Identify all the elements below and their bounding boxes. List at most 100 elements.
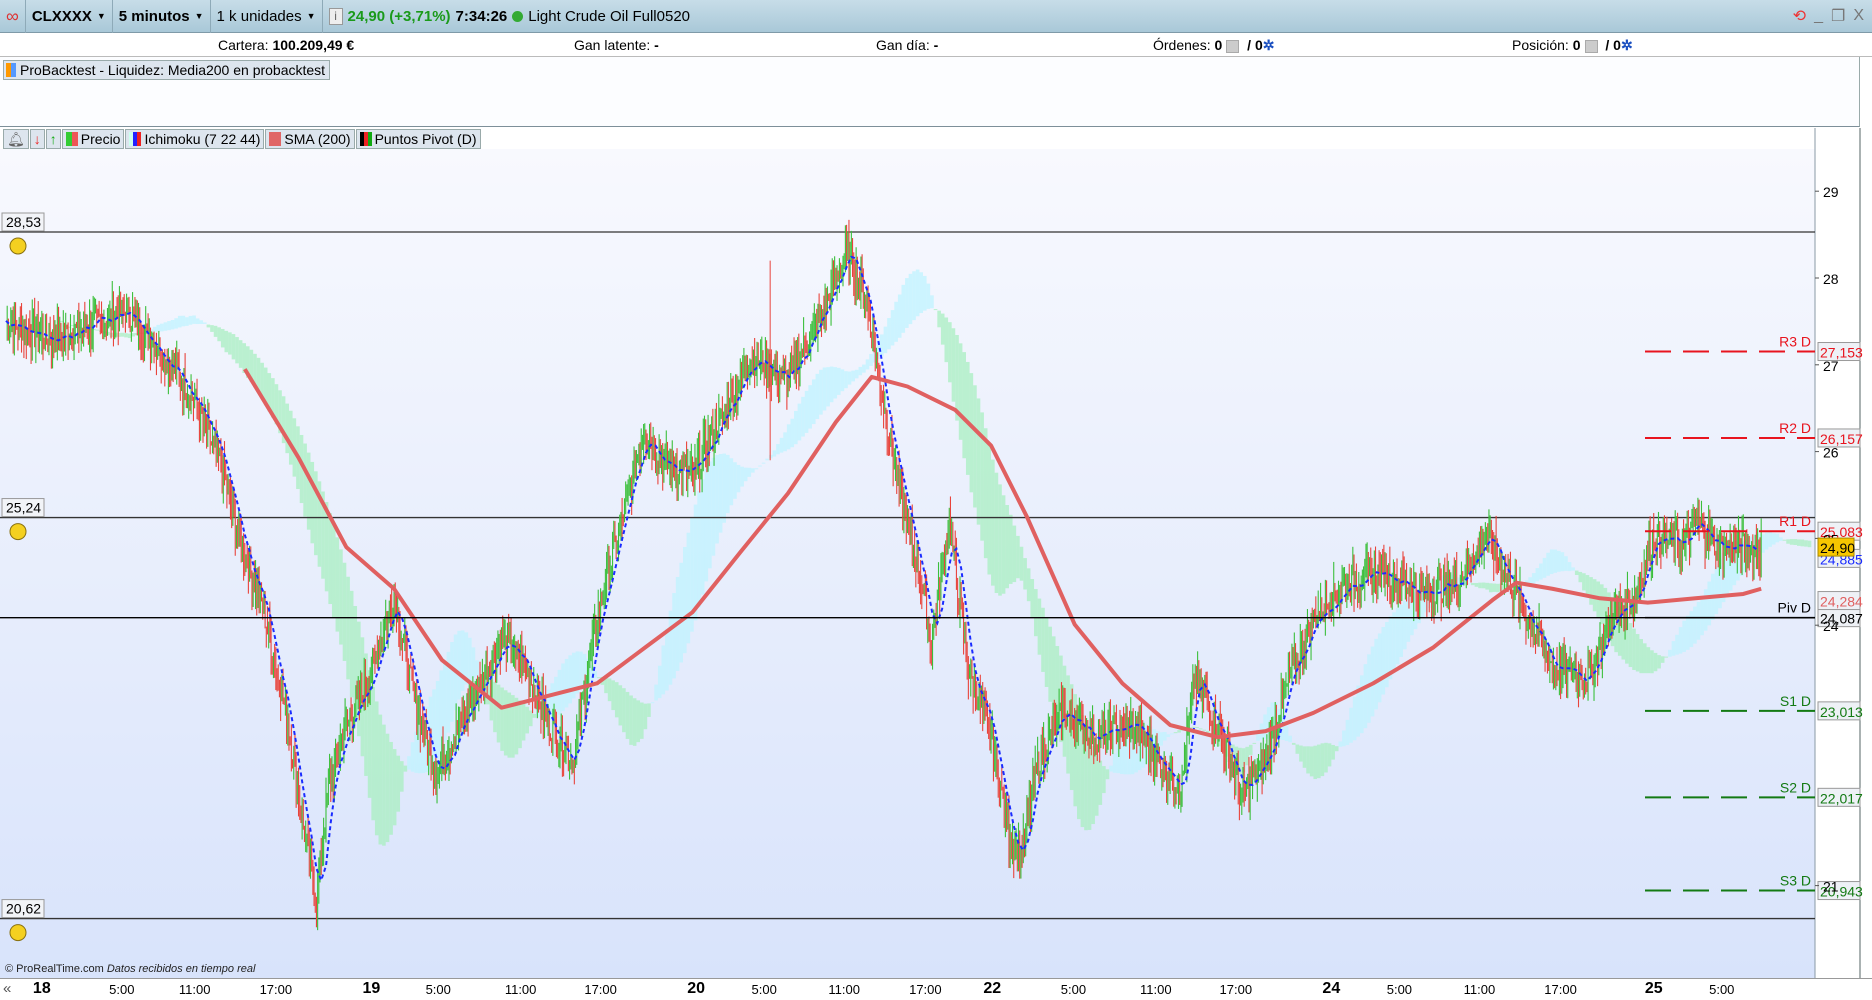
ichimoku-cloud-segment bbox=[783, 432, 787, 452]
time-label: 20 bbox=[687, 980, 706, 997]
ichimoku-cloud-segment bbox=[715, 454, 719, 544]
units-selector[interactable]: 1 k unidades ▼ bbox=[211, 0, 323, 33]
ichimoku-cloud-segment bbox=[991, 459, 995, 586]
ichimoku-cloud-segment bbox=[1324, 742, 1328, 773]
ichimoku-cloud-segment bbox=[1668, 649, 1672, 657]
ichimoku-cloud-segment bbox=[1091, 745, 1095, 825]
ichimoku-cloud-segment bbox=[1173, 732, 1178, 734]
ichimoku-swatch-icon bbox=[129, 132, 142, 146]
ichimoku-cloud-segment bbox=[242, 343, 247, 373]
ichimoku-cloud-segment bbox=[629, 695, 633, 745]
ichimoku-cloud-segment bbox=[1675, 634, 1679, 655]
ichimoku-cloud-segment bbox=[400, 761, 404, 792]
info-icon[interactable]: i bbox=[328, 7, 343, 25]
ichimoku-cloud-segment bbox=[654, 684, 658, 701]
precio-swatch-icon bbox=[65, 132, 78, 146]
cancel-orders-icon[interactable] bbox=[1226, 39, 1240, 53]
link-icon[interactable]: ∞ bbox=[0, 0, 26, 33]
ichimoku-cloud-segment bbox=[407, 756, 411, 770]
ichimoku-cloud-segment bbox=[374, 701, 379, 836]
ichimoku-cloud-segment bbox=[371, 687, 375, 821]
ichimoku-cloud-segment bbox=[808, 385, 812, 429]
ichimoku-cloud-segment bbox=[1359, 675, 1364, 734]
ichimoku-cloud-segment bbox=[1804, 540, 1808, 547]
ichimoku-cloud-segment bbox=[912, 271, 916, 321]
ichimoku-cloud-segment bbox=[1657, 655, 1661, 669]
price-chart[interactable]: 28,5325,2420,62R3 D27,153R2 D26,157R1 D2… bbox=[0, 128, 1872, 978]
ichimoku-cloud-segment bbox=[1650, 650, 1654, 674]
legend-label: Ichimoku (7 22 44) bbox=[144, 131, 261, 147]
ordenes-label: Órdenes: bbox=[1153, 37, 1211, 53]
symbol-label: CLXXXX bbox=[31, 7, 92, 25]
ichimoku-cloud-segment bbox=[597, 677, 601, 679]
ichimoku-cloud-segment bbox=[722, 453, 726, 523]
footer-note: © ProRealTime.com Datos recibidos en tie… bbox=[5, 963, 255, 975]
gear-icon[interactable]: ✲ bbox=[1621, 37, 1633, 53]
buy-arrow-button[interactable]: ↑ bbox=[45, 129, 61, 149]
legend-sma[interactable]: SMA (200) bbox=[265, 129, 355, 149]
alert-bell-button[interactable]: 🔔︎ bbox=[3, 129, 29, 149]
ichimoku-cloud-segment bbox=[611, 680, 615, 711]
ichimoku-cloud-segment bbox=[962, 352, 966, 459]
ichimoku-cloud-segment bbox=[1539, 563, 1543, 580]
ichimoku-cloud-segment bbox=[1374, 638, 1378, 710]
ichimoku-cloud-segment bbox=[174, 318, 178, 329]
ichimoku-cloud-segment bbox=[865, 359, 870, 370]
ichimoku-cloud-segment bbox=[1653, 652, 1658, 672]
ichimoku-cloud-segment bbox=[636, 700, 641, 743]
ichimoku-cloud-segment bbox=[815, 373, 820, 420]
close-position-icon[interactable] bbox=[1584, 39, 1598, 53]
ichimoku-cloud-segment bbox=[1363, 664, 1368, 729]
ichimoku-cloud-segment bbox=[937, 310, 941, 328]
ichimoku-cloud-segment bbox=[625, 691, 630, 739]
ichimoku-cloud-segment bbox=[1567, 562, 1572, 572]
ichimoku-cloud-segment bbox=[983, 428, 988, 559]
interval-selector[interactable]: 5 minutos ▼ bbox=[113, 0, 211, 33]
ichimoku-cloud-segment bbox=[1492, 583, 1497, 592]
symbol-selector[interactable]: CLXXXX ▼ bbox=[26, 0, 113, 33]
restore-icon[interactable]: ❐ bbox=[1831, 6, 1845, 26]
ichimoku-cloud-segment bbox=[432, 689, 436, 765]
time-label: 5:00 bbox=[751, 982, 777, 997]
ichimoku-cloud-segment bbox=[503, 690, 508, 756]
ichimoku-cloud-segment bbox=[1338, 741, 1343, 747]
clock-time: 7:34:26 bbox=[455, 7, 508, 25]
ichimoku-cloud-segment bbox=[1557, 550, 1561, 572]
gan-latente-value: - bbox=[654, 37, 659, 53]
sell-arrow-button[interactable]: ↓ bbox=[29, 129, 45, 149]
account-bar: Cartera: 100.209,49 € Gan latente: - Gan… bbox=[0, 33, 1872, 57]
scroll-back-button[interactable]: « bbox=[3, 980, 11, 997]
ichimoku-cloud-segment bbox=[1678, 627, 1683, 654]
ichimoku-cloud-segment bbox=[833, 367, 838, 399]
time-label: 18 bbox=[32, 980, 51, 997]
refresh-icon[interactable]: ⟲ bbox=[1793, 6, 1806, 26]
legend-precio[interactable]: Precio bbox=[61, 129, 125, 149]
ichimoku-cloud-segment bbox=[1474, 582, 1479, 587]
close-icon[interactable]: X bbox=[1853, 7, 1864, 25]
legend-pivot[interactable]: Puntos Pivot (D) bbox=[355, 129, 481, 149]
ichimoku-cloud-segment bbox=[1402, 600, 1407, 650]
ichimoku-cloud-segment bbox=[177, 315, 182, 328]
ichimoku-cloud-segment bbox=[561, 663, 565, 712]
ichimoku-cloud-segment bbox=[829, 366, 834, 403]
ichimoku-cloud-segment bbox=[743, 467, 748, 482]
ichimoku-cloud-segment bbox=[1094, 754, 1099, 816]
ichimoku-cloud-segment bbox=[758, 465, 762, 467]
minimize-icon[interactable]: _ bbox=[1814, 7, 1823, 25]
ichimoku-cloud-segment bbox=[124, 333, 128, 338]
ichimoku-cloud-segment bbox=[1496, 583, 1500, 593]
ichimoku-cloud-segment bbox=[1793, 539, 1798, 546]
ichimoku-cloud-segment bbox=[181, 315, 186, 327]
ichimoku-cloud-segment bbox=[682, 547, 687, 654]
time-label: 11:00 bbox=[178, 982, 211, 997]
ichimoku-cloud-segment bbox=[751, 468, 755, 473]
ichimoku-cloud-segment bbox=[1112, 753, 1117, 773]
ichimoku-cloud-segment bbox=[711, 457, 716, 556]
legend-ichimoku[interactable]: Ichimoku (7 22 44) bbox=[125, 129, 265, 149]
time-axis[interactable]: « 18 5:00 11:00 17:00 19 5:00 11:00 17:00 20 5:00… bbox=[0, 978, 1872, 1000]
probacktest-tag[interactable]: ProBacktest - Liquidez: Media200 en prob… bbox=[3, 60, 331, 80]
pivot-name: S3 D bbox=[1780, 873, 1811, 889]
probacktest-label: ProBacktest - Liquidez: Media200 en prob… bbox=[20, 62, 326, 78]
ichimoku-cloud-segment bbox=[471, 647, 476, 678]
gear-icon[interactable]: ✲ bbox=[1263, 37, 1275, 53]
